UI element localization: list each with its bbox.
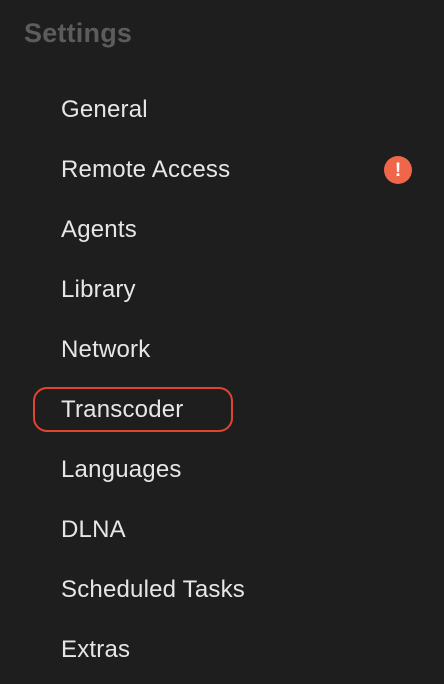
sidebar-item-network[interactable]: Network [0,320,444,380]
sidebar-item-general[interactable]: General [0,80,444,140]
sidebar-item-label: Library [61,276,136,303]
settings-section-title: Settings [24,18,133,48]
sidebar-item-label: Extras [61,636,131,663]
sidebar-item-label: General [61,96,148,123]
sidebar-item-agents[interactable]: Agents [0,200,444,260]
exclamation-icon: ! [384,156,412,184]
settings-sidebar: Settings General Remote Access ! Agents … [0,0,444,684]
sidebar-item-scheduled-tasks[interactable]: Scheduled Tasks [0,560,444,620]
sidebar-item-transcoder[interactable]: Transcoder [0,380,444,440]
sidebar-item-label: Network [61,336,151,363]
sidebar-item-label: Transcoder [61,396,184,423]
sidebar-item-dlna[interactable]: DLNA [0,500,444,560]
sidebar-item-label: Agents [61,216,137,243]
sidebar-item-remote-access[interactable]: Remote Access ! [0,140,444,200]
sidebar-item-library[interactable]: Library [0,260,444,320]
sidebar-item-extras[interactable]: Extras [0,620,444,680]
settings-nav-list: General Remote Access ! Agents Library N… [0,80,444,680]
sidebar-item-label: Remote Access [61,156,231,183]
sidebar-item-label: Languages [61,456,182,483]
sidebar-item-label: DLNA [61,516,126,543]
sidebar-item-languages[interactable]: Languages [0,440,444,500]
sidebar-item-label: Scheduled Tasks [61,576,246,603]
